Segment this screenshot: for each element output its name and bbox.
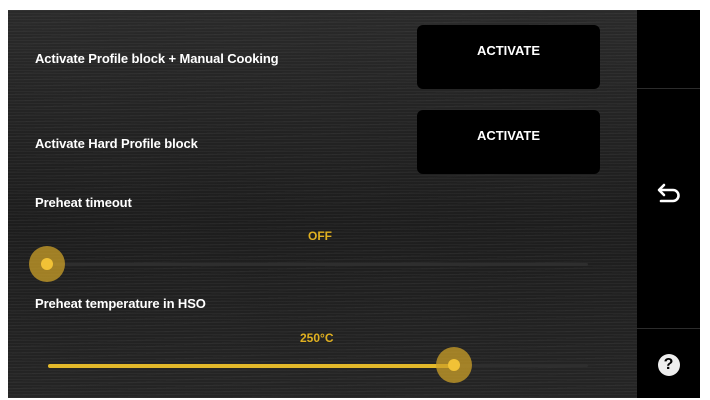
sidebar-divider xyxy=(637,88,700,89)
question-icon: ? xyxy=(657,354,680,376)
hard-profile-label: Activate Hard Profile block xyxy=(35,136,198,151)
back-button[interactable] xyxy=(637,160,700,230)
preheat-timeout-track xyxy=(48,263,588,266)
preheat-temp-fill xyxy=(48,364,453,368)
back-arrow-icon xyxy=(655,181,683,210)
help-button[interactable]: ? xyxy=(637,340,700,390)
activate-profile-manual-button[interactable]: ACTIVATE xyxy=(417,25,600,89)
sidebar-divider xyxy=(637,328,700,329)
activate-hard-profile-button[interactable]: ACTIVATE xyxy=(417,110,600,174)
knob-dot xyxy=(41,258,53,270)
preheat-timeout-value: OFF xyxy=(308,229,332,243)
preheat-temp-value: 250°C xyxy=(300,331,334,345)
preheat-timeout-label: Preheat timeout xyxy=(35,195,132,210)
preheat-temp-label: Preheat temperature in HSO xyxy=(35,296,206,311)
sidebar: ? xyxy=(637,10,700,398)
knob-dot xyxy=(448,359,460,371)
settings-panel: Activate Profile block + Manual Cooking … xyxy=(8,10,637,398)
preheat-temp-knob[interactable] xyxy=(436,347,472,383)
screen: Activate Profile block + Manual Cooking … xyxy=(8,10,700,398)
profile-manual-label: Activate Profile block + Manual Cooking xyxy=(35,51,279,66)
preheat-timeout-knob[interactable] xyxy=(29,246,65,282)
